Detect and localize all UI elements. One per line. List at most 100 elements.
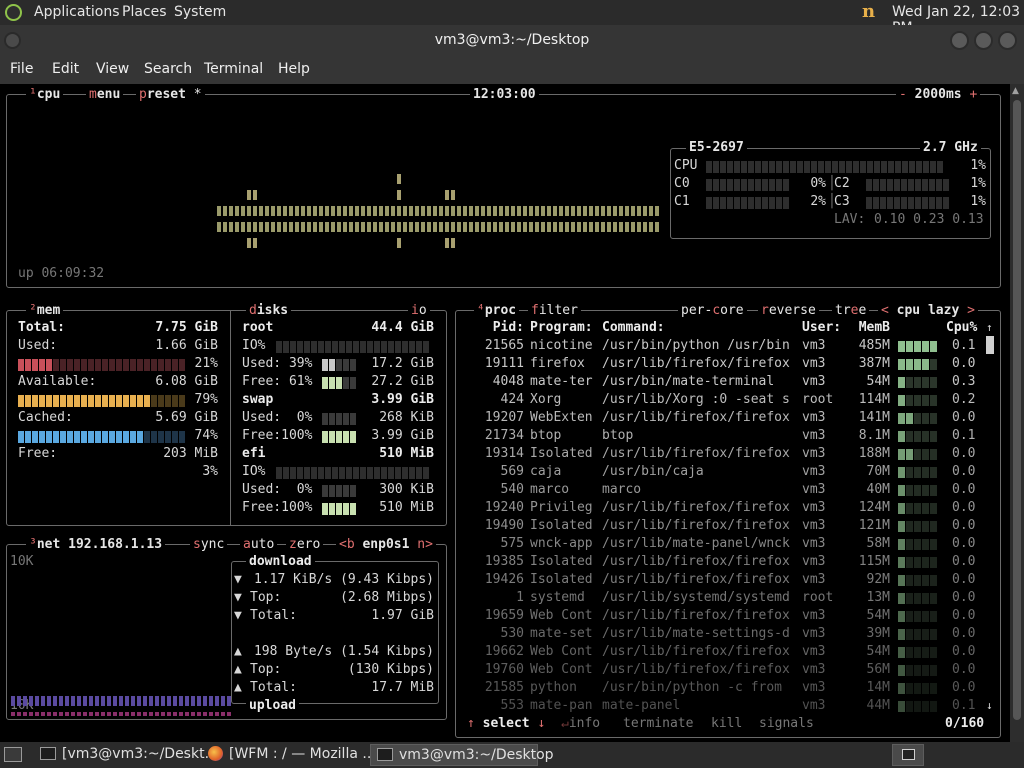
proc-row[interactable]: [464, 374, 984, 392]
meter-cell: [783, 179, 789, 191]
meter-cell: [336, 359, 342, 371]
proc-row[interactable]: [464, 698, 984, 716]
iface-selector[interactable]: <b enp0s1 n>: [336, 537, 436, 553]
cpu-graph-cell: [529, 206, 533, 216]
proc-row[interactable]: [464, 392, 984, 410]
window-scroll-thumb[interactable]: [1013, 100, 1021, 720]
meter-cell: [343, 359, 349, 371]
proc-row[interactable]: [464, 518, 984, 536]
proc-scroll-thumb[interactable]: [986, 336, 994, 354]
task-terminal-1[interactable]: [vm3@vm3:~/Deskt...: [34, 744, 218, 766]
proc-row[interactable]: [464, 500, 984, 518]
kill-button[interactable]: kill: [708, 716, 746, 732]
firefox-icon: [208, 746, 223, 761]
maximize-icon[interactable]: [974, 31, 993, 50]
proc-row[interactable]: [464, 464, 984, 482]
proc-row[interactable]: [464, 644, 984, 662]
proc-row[interactable]: [464, 338, 984, 356]
menu-edit[interactable]: Edit: [52, 61, 79, 77]
cpu-graph-cell: [361, 206, 365, 216]
cpu-graph-cell: [613, 222, 617, 232]
col-user[interactable]: User:: [802, 320, 841, 336]
menu-search[interactable]: Search: [144, 61, 192, 77]
zero-toggle[interactable]: zero: [286, 537, 324, 553]
sort-selector[interactable]: < cpu lazy >: [878, 303, 978, 319]
meter-cell: [158, 359, 164, 371]
info-button[interactable]: ↵info: [558, 716, 604, 732]
meter-cell: [343, 485, 349, 497]
proc-row[interactable]: [464, 554, 984, 572]
workspace-switcher[interactable]: [892, 744, 924, 766]
core-c0-meter: [706, 179, 790, 191]
proc-row[interactable]: [464, 608, 984, 626]
col-pid[interactable]: Pid:: [470, 320, 524, 336]
cpu-graph-spike: [397, 174, 401, 184]
net-graph-cell: [161, 696, 165, 706]
cpu-menu-button[interactable]: menu: [86, 87, 124, 103]
proc-row[interactable]: [464, 590, 984, 608]
cpu-graph-cell: [451, 222, 455, 232]
meter-cell: [769, 179, 775, 191]
auto-toggle[interactable]: auto: [240, 537, 278, 553]
signals-button[interactable]: signals: [756, 716, 817, 732]
io-toggle[interactable]: io: [408, 303, 430, 319]
col-cpu[interactable]: Cpu%: [946, 320, 977, 336]
places-menu[interactable]: Places: [122, 4, 167, 20]
show-desktop-icon[interactable]: [4, 747, 22, 762]
proc-row[interactable]: [464, 482, 984, 500]
select-control[interactable]: ↑ select ↓: [464, 716, 549, 732]
terminal-area[interactable]: ¹cpu menu preset * 12:03:00 - 2000ms + u…: [0, 84, 1010, 742]
cpu-graph-cell: [439, 222, 443, 232]
cpu-graph-cell: [451, 206, 455, 216]
task-firefox[interactable]: [WFM : / — Mozilla ...: [202, 744, 376, 766]
meter-cell: [322, 359, 328, 371]
proc-row[interactable]: [464, 428, 984, 446]
proc-row[interactable]: [464, 536, 984, 554]
cpu-graph-cell: [241, 206, 245, 216]
net-graph-cell: [209, 712, 213, 716]
close-icon[interactable]: [998, 31, 1017, 50]
menu-view[interactable]: View: [96, 61, 129, 77]
reverse-toggle[interactable]: reverse: [758, 303, 819, 319]
minimize-icon[interactable]: [950, 31, 969, 50]
per-core-toggle[interactable]: per-core: [678, 303, 747, 319]
menu-help[interactable]: Help: [278, 61, 310, 77]
applications-menu[interactable]: Applications: [34, 4, 120, 20]
meter-cell: [137, 395, 143, 407]
scroll-down-arrow[interactable]: ↓: [986, 698, 993, 714]
terminate-button[interactable]: terminate: [620, 716, 697, 732]
col-command[interactable]: Command:: [602, 320, 665, 336]
upload-total: 17.7 MiB: [371, 680, 434, 695]
proc-row[interactable]: [464, 356, 984, 374]
scroll-up-arrow[interactable]: ↑: [986, 320, 993, 336]
proc-row[interactable]: [464, 662, 984, 680]
task-terminal-active[interactable]: vm3@vm3:~/Desktop: [370, 744, 554, 766]
proc-row[interactable]: [464, 572, 984, 590]
cpu-graph-cell: [235, 222, 239, 232]
window-scrollbar[interactable]: ▲: [1010, 84, 1024, 742]
nicotine-tray-icon[interactable]: n: [862, 1, 888, 23]
cpu-graph-cell: [565, 206, 569, 216]
cpu-graph-cell: [517, 222, 521, 232]
interval-control[interactable]: - 2000ms +: [896, 87, 981, 103]
scroll-up-icon[interactable]: ▲: [1012, 86, 1019, 96]
proc-row[interactable]: [464, 626, 984, 644]
col-memb[interactable]: MemB: [846, 320, 890, 336]
proc-row[interactable]: [464, 410, 984, 428]
cpu-graph-cell: [649, 206, 653, 216]
filter-button[interactable]: filter: [528, 303, 581, 319]
col-program[interactable]: Program:: [530, 320, 593, 336]
meter-cell: [804, 161, 810, 173]
cpu-graph-cell: [223, 206, 227, 216]
meter-cell: [179, 395, 185, 407]
proc-row[interactable]: [464, 446, 984, 464]
system-menu[interactable]: System: [174, 4, 226, 20]
mate-logo-icon[interactable]: [5, 4, 22, 21]
sync-toggle[interactable]: sync: [190, 537, 228, 553]
tree-toggle[interactable]: tree: [832, 303, 870, 319]
preset-button[interactable]: preset *: [136, 87, 205, 103]
cpu-graph-cell: [295, 222, 299, 232]
menu-terminal[interactable]: Terminal: [204, 61, 263, 77]
menu-file[interactable]: File: [10, 61, 33, 77]
proc-row[interactable]: [464, 680, 984, 698]
